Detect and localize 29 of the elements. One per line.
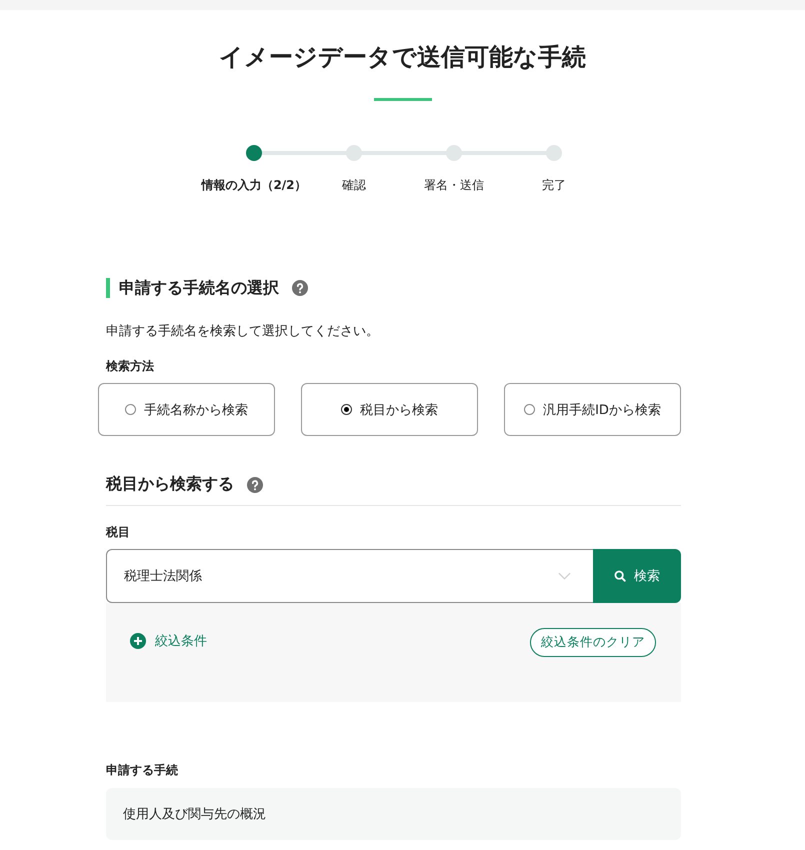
- plus-icon: [130, 633, 146, 649]
- radio-option[interactable]: 汎用手続IDから検索: [504, 383, 681, 436]
- radio-option[interactable]: 税目から検索: [301, 383, 478, 436]
- select-field[interactable]: 税理士法関係: [106, 549, 593, 603]
- chevron-down-icon: [558, 572, 571, 580]
- field-label: 税目: [106, 524, 131, 541]
- step-label: 完了: [542, 177, 566, 194]
- section-heading: 申請する手続名の選択: [119, 278, 279, 298]
- search-button[interactable]: 検索: [593, 549, 681, 603]
- radio-button[interactable]: [524, 404, 536, 415]
- radio-option[interactable]: 手続名称から検索: [98, 383, 275, 436]
- field-label: 検索方法: [106, 358, 155, 375]
- help-icon[interactable]: [292, 280, 308, 296]
- filter-toggle[interactable]: 絞込条件: [130, 628, 207, 654]
- page-title: イメージデータで送信可能な手続: [218, 42, 587, 73]
- field-label: 申請する手続: [106, 762, 179, 779]
- step-label: 確認: [342, 177, 366, 194]
- search-icon: [614, 570, 626, 582]
- title-underline: [374, 98, 432, 101]
- selected-procedure: 使用人及び関与先の概況: [106, 788, 681, 840]
- description-text: 申請する手続名を検索して選択してください。: [106, 323, 380, 340]
- clear-filter-button[interactable]: 絞込条件のクリア: [530, 628, 656, 657]
- step-label: 情報の入力（2/2）: [201, 177, 307, 194]
- radio-button[interactable]: [125, 404, 136, 415]
- step-label: 署名・送信: [424, 177, 484, 194]
- subsection-heading: 税目から検索する: [106, 474, 234, 495]
- heading-accent: [106, 278, 110, 298]
- help-icon[interactable]: [247, 476, 263, 492]
- radio-button[interactable]: [341, 404, 352, 415]
